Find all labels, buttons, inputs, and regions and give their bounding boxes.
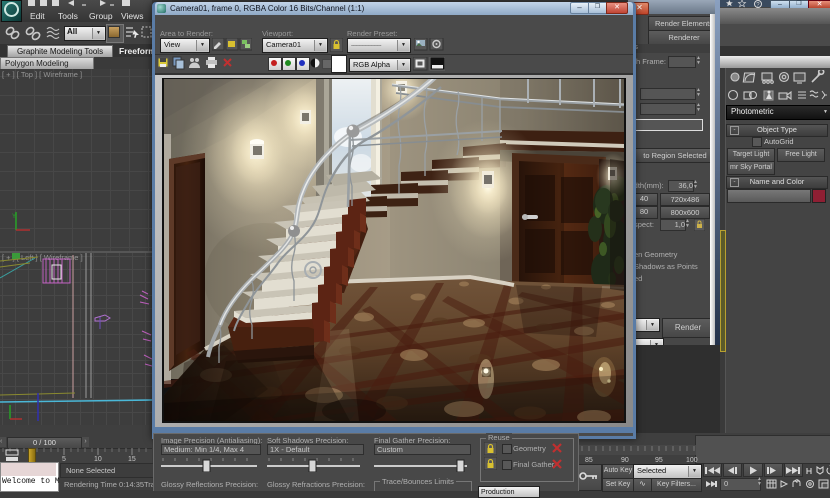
svg-text:Y: Y [12,214,16,220]
svg-text:90: 90 [621,457,629,463]
svg-text:15: 15 [128,456,136,463]
svg-text:85: 85 [585,457,593,463]
svg-text:100: 100 [686,457,698,463]
svg-text:10: 10 [94,456,102,463]
svg-text:5: 5 [62,456,66,463]
svg-text:95: 95 [655,457,663,463]
